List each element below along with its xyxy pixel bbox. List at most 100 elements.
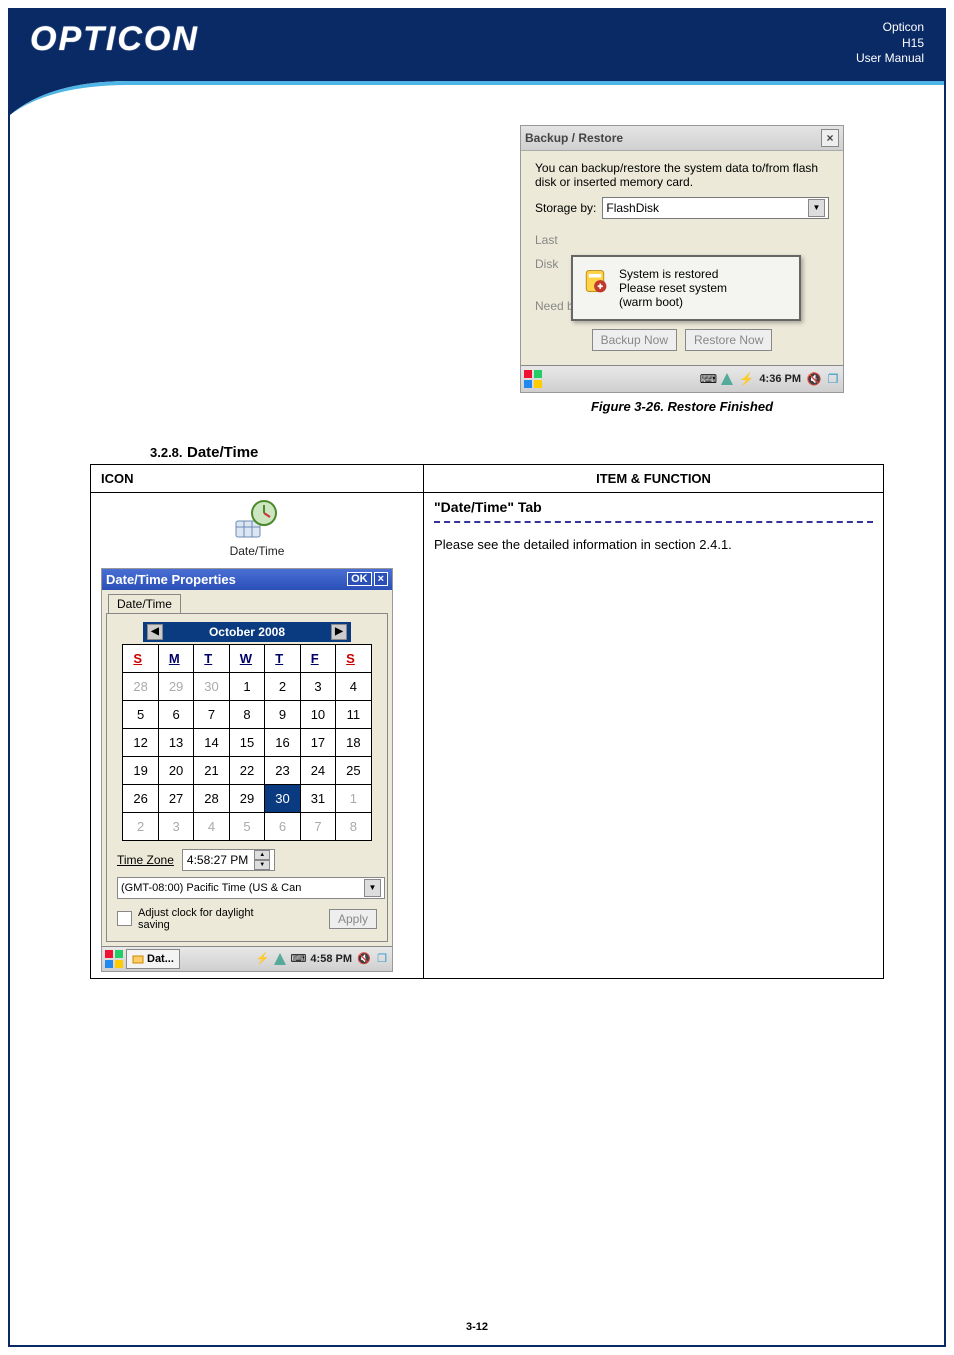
calendar-day[interactable]: 3: [158, 812, 193, 840]
calendar-day[interactable]: 23: [265, 756, 300, 784]
message-box: System is restored Please reset system (…: [571, 255, 801, 321]
calendar-day[interactable]: 8: [336, 812, 371, 840]
calendar-day[interactable]: 29: [229, 784, 264, 812]
calendar[interactable]: SMTWTFS 28293012345678910111213141516171…: [122, 644, 371, 841]
calendar-dow: T: [194, 644, 229, 672]
desktop-icon[interactable]: ❐: [825, 371, 841, 387]
calendar-day[interactable]: 8: [229, 700, 264, 728]
calendar-day[interactable]: 28: [123, 672, 158, 700]
keyboard-icon[interactable]: ⌨: [290, 951, 306, 967]
volume-icon[interactable]: 🔇: [806, 371, 822, 387]
calendar-day[interactable]: 9: [265, 700, 300, 728]
calendar-day[interactable]: 15: [229, 728, 264, 756]
calendar-dow: M: [158, 644, 193, 672]
daylight-label: Adjust clock for daylight saving: [138, 907, 288, 931]
daylight-checkbox[interactable]: [117, 911, 132, 926]
next-month-button[interactable]: ▶: [331, 624, 347, 640]
datetime-screenshot: Date/Time Properties OK × Date/Time ◀ Oc…: [101, 568, 393, 972]
calendar-day[interactable]: 16: [265, 728, 300, 756]
backup-now-button[interactable]: Backup Now: [592, 329, 677, 351]
info-icon: [581, 267, 609, 295]
brand-logo: OPTICON: [30, 20, 199, 59]
close-icon[interactable]: ×: [821, 129, 839, 147]
calendar-day[interactable]: 26: [123, 784, 158, 812]
calendar-dow: W: [229, 644, 264, 672]
network-icon[interactable]: [719, 371, 735, 387]
dt-window-title: Date/Time Properties: [106, 572, 236, 587]
calendar-day[interactable]: 31: [300, 784, 335, 812]
taskbar-task[interactable]: Dat...: [126, 949, 180, 969]
chevron-down-icon[interactable]: ▼: [364, 879, 381, 897]
calendar-day[interactable]: 2: [123, 812, 158, 840]
dt-titlebar: Date/Time Properties OK ×: [102, 569, 392, 590]
calendar-day[interactable]: 5: [229, 812, 264, 840]
calendar-day[interactable]: 7: [194, 700, 229, 728]
detail-text: Please see the detailed information in s…: [434, 537, 873, 552]
calendar-day[interactable]: 2: [265, 672, 300, 700]
calendar-day[interactable]: 6: [158, 700, 193, 728]
calendar-day[interactable]: 4: [194, 812, 229, 840]
spin-up-icon[interactable]: ▲: [254, 850, 270, 860]
apply-button[interactable]: Apply: [329, 909, 377, 929]
calendar-day[interactable]: 6: [265, 812, 300, 840]
storage-value: FlashDisk: [606, 201, 659, 215]
function-cell: "Date/Time" Tab Please see the detailed …: [424, 492, 884, 978]
calendar-day[interactable]: 30: [265, 784, 300, 812]
prev-month-button[interactable]: ◀: [147, 624, 163, 640]
timezone-label: Time Zone: [117, 853, 174, 867]
battery-icon[interactable]: ⚡: [738, 371, 754, 387]
calendar-day[interactable]: 14: [194, 728, 229, 756]
calendar-day[interactable]: 17: [300, 728, 335, 756]
ok-button[interactable]: OK: [347, 572, 372, 586]
calendar-day[interactable]: 1: [229, 672, 264, 700]
storage-combo[interactable]: FlashDisk ▼: [602, 197, 829, 219]
timezone-combo[interactable]: (GMT-08:00) Pacific Time (US & Can ▼: [117, 877, 385, 899]
calendar-day[interactable]: 3: [300, 672, 335, 700]
window-titlebar: Backup / Restore ×: [521, 126, 843, 151]
chevron-down-icon[interactable]: ▼: [808, 199, 825, 217]
calendar-day[interactable]: 5: [123, 700, 158, 728]
calendar-day[interactable]: 10: [300, 700, 335, 728]
calendar-day[interactable]: 28: [194, 784, 229, 812]
icon-cell: Date/Time Date/Time Properties OK × Date…: [91, 492, 424, 978]
time-spinner[interactable]: 4:58:27 PM ▲ ▼: [182, 849, 275, 871]
keyboard-icon[interactable]: ⌨: [700, 371, 716, 387]
calendar-day[interactable]: 7: [300, 812, 335, 840]
month-selector: ◀ October 2008 ▶: [143, 622, 351, 642]
calendar-day[interactable]: 24: [300, 756, 335, 784]
calendar-day[interactable]: 13: [158, 728, 193, 756]
close-icon[interactable]: ×: [374, 572, 388, 586]
datetime-tab[interactable]: Date/Time: [108, 594, 181, 613]
calendar-day[interactable]: 30: [194, 672, 229, 700]
calendar-day[interactable]: 25: [336, 756, 371, 784]
calendar-day[interactable]: 12: [123, 728, 158, 756]
header-line3: User Manual: [856, 51, 924, 67]
calendar-day[interactable]: 20: [158, 756, 193, 784]
taskbar-time: 4:58 PM: [308, 953, 354, 965]
calendar-day[interactable]: 18: [336, 728, 371, 756]
calendar-day[interactable]: 29: [158, 672, 193, 700]
intro-text: You can backup/restore the system data t…: [535, 161, 829, 189]
restore-now-button[interactable]: Restore Now: [685, 329, 772, 351]
volume-icon[interactable]: 🔇: [356, 951, 372, 967]
calendar-dow: S: [336, 644, 371, 672]
start-icon[interactable]: [104, 949, 124, 969]
calendar-day[interactable]: 27: [158, 784, 193, 812]
calendar-day[interactable]: 4: [336, 672, 371, 700]
calendar-day[interactable]: 11: [336, 700, 371, 728]
desktop-icon[interactable]: ❐: [374, 951, 390, 967]
last-label: Last: [535, 233, 558, 247]
spin-down-icon[interactable]: ▼: [254, 860, 270, 870]
network-icon[interactable]: [272, 951, 288, 967]
disk-label: Disk: [535, 257, 558, 271]
calendar-day[interactable]: 1: [336, 784, 371, 812]
page-number: 3-12: [10, 1321, 944, 1333]
calendar-day[interactable]: 22: [229, 756, 264, 784]
start-icon[interactable]: [523, 369, 543, 389]
col-item-header: ITEM & FUNCTION: [424, 464, 884, 492]
calendar-day[interactable]: 19: [123, 756, 158, 784]
battery-icon[interactable]: ⚡: [254, 951, 270, 967]
tab-heading: "Date/Time" Tab: [434, 499, 873, 515]
calendar-day[interactable]: 21: [194, 756, 229, 784]
message-text: System is restored Please reset system (…: [619, 267, 727, 309]
